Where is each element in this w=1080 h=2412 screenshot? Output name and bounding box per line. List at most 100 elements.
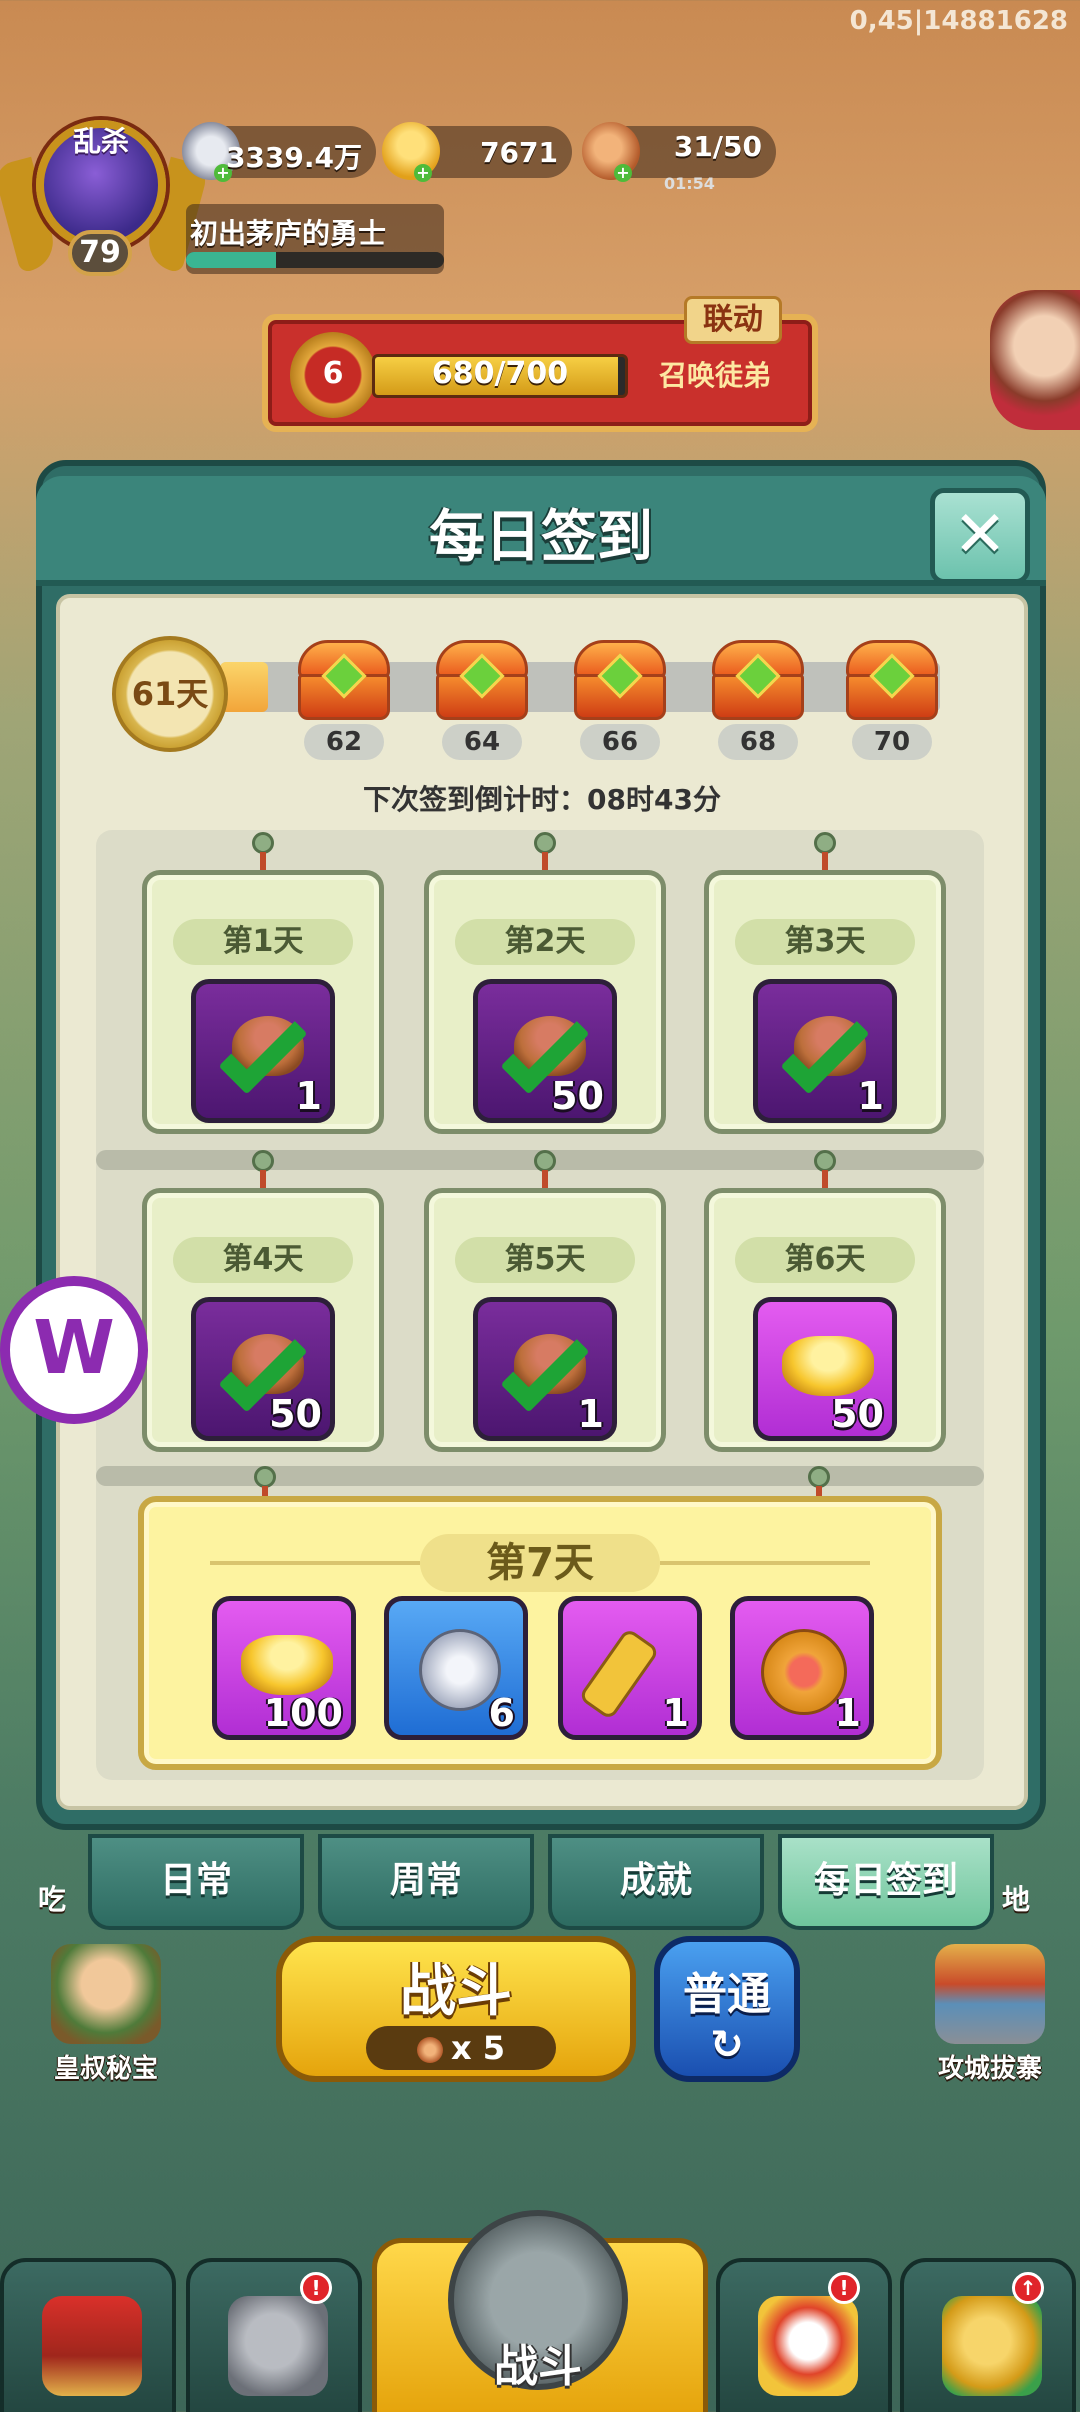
day-card-5[interactable]: 第5天 1 [424, 1188, 666, 1452]
reward-qty: 100 [263, 1691, 343, 1735]
collab-tag: 联动 [684, 296, 782, 344]
hero-bird-icon [758, 2296, 858, 2396]
nav-battle-label: 战斗 [494, 2341, 582, 2392]
side-label-fragment: 吃 [38, 1883, 67, 1916]
milestone-label: 62 [304, 724, 384, 760]
add-gold-icon[interactable]: + [414, 164, 432, 182]
pin-icon [252, 1150, 274, 1172]
nav-equipment[interactable] [186, 2258, 362, 2412]
helmet-icon [228, 2296, 328, 2396]
stamina-timer: 01:54 [664, 174, 715, 193]
tab-weekly[interactable]: 周常 [318, 1834, 534, 1930]
reward-item: 1 [473, 1297, 617, 1441]
reward-item: 6 [384, 1596, 528, 1740]
coordinate-readout: 0,45|14881628 [849, 6, 1068, 36]
event-level-badge: 6 [290, 332, 376, 418]
milestone-label: 64 [442, 724, 522, 760]
event-progress-text: 680/700 [431, 356, 569, 391]
reward-qty: 1 [857, 1074, 884, 1118]
side-character-portrait[interactable] [990, 290, 1080, 430]
player-level-badge: 79 [68, 230, 132, 276]
divider-line [660, 1561, 870, 1565]
upgrade-badge: ↑ [1012, 2272, 1044, 2304]
uncle-treasure-label: 皇叔秘宝 [53, 2054, 158, 2084]
day-label: 第4天 [173, 1237, 353, 1283]
reward-qty: 50 [831, 1392, 884, 1436]
battle-cost-value: x 5 [450, 2029, 506, 2067]
nav-upgrade[interactable] [900, 2258, 1076, 2412]
milestone-chest[interactable] [298, 640, 390, 724]
difficulty-mode-button[interactable]: 普通 ↻ [654, 1936, 800, 2082]
pin-icon [534, 1150, 556, 1172]
pin-icon [534, 832, 556, 854]
alert-badge: ! [828, 2272, 860, 2304]
milestone-chest[interactable] [436, 640, 528, 724]
stamina-amount: 31/50 [673, 130, 762, 163]
battle-label: 战斗 [400, 1959, 512, 2024]
close-button[interactable]: ✕ [930, 488, 1030, 584]
gold-resource[interactable]: + 7671 [382, 122, 572, 182]
day-label: 第7天 [420, 1534, 660, 1592]
day-label: 第6天 [735, 1237, 915, 1283]
tab-daily[interactable]: 日常 [88, 1834, 304, 1930]
reward-qty: 1 [577, 1392, 604, 1436]
day-card-2[interactable]: 第2天 50 [424, 870, 666, 1134]
milestone-label: 66 [580, 724, 660, 760]
divider-line [210, 1561, 420, 1565]
silver-resource[interactable]: + 3339.4万 [182, 122, 376, 182]
exp-bar-fill [186, 252, 277, 268]
side-label-fragment: 地 [1002, 1883, 1031, 1916]
gold-ingot-icon [241, 1635, 333, 1695]
siege-button[interactable]: 攻城拔寨 [920, 1944, 1060, 2085]
refresh-icon: ↻ [710, 2022, 744, 2068]
milestone-chest[interactable] [846, 640, 938, 724]
reward-qty: 50 [269, 1392, 322, 1436]
milestone-chest[interactable] [712, 640, 804, 724]
siege-label: 攻城拔寨 [937, 2054, 1042, 2084]
milestone-label: 70 [852, 724, 932, 760]
uncle-treasure-icon [51, 1944, 161, 2044]
day-card-6[interactable]: 第6天 50 [704, 1188, 946, 1452]
reward-qty: 1 [662, 1691, 689, 1735]
signin-countdown: 下次签到倒计时：08时43分 [363, 783, 721, 816]
add-stamina-icon[interactable]: + [614, 164, 632, 182]
reward-qty: 50 [551, 1074, 604, 1118]
summon-apprentice-button[interactable]: 召唤徒弟 [640, 354, 790, 398]
mode-label: 普通 [683, 1969, 771, 2020]
tab-achievements[interactable]: 成就 [548, 1834, 764, 1930]
uncle-treasure-button[interactable]: 皇叔秘宝 [36, 1944, 176, 2085]
tab-daily-signin[interactable]: 每日签到 [778, 1834, 994, 1930]
pin-icon [808, 1466, 830, 1488]
fist-upgrade-icon [942, 2296, 1042, 2396]
day-card-3[interactable]: 第3天 1 [704, 870, 946, 1134]
key-icon [577, 1627, 661, 1721]
gold-ingot-icon [782, 1336, 874, 1396]
battle-cost: x 5 [366, 2026, 556, 2070]
day-label: 第1天 [173, 919, 353, 965]
reward-item: 1 [753, 979, 897, 1123]
reward-item: 50 [753, 1297, 897, 1441]
milestone-chest[interactable] [574, 640, 666, 724]
nav-shop[interactable] [0, 2258, 176, 2412]
day-label: 第5天 [455, 1237, 635, 1283]
gold-amount: 7671 [480, 136, 558, 169]
pin-icon [814, 832, 836, 854]
reward-item: 50 [473, 979, 617, 1123]
reward-qty: 6 [488, 1691, 515, 1735]
player-name: 初出茅庐的勇士 [190, 217, 387, 250]
nav-heroes[interactable] [716, 2258, 892, 2412]
reward-item: 1 [191, 979, 335, 1123]
day-label: 第2天 [455, 919, 635, 965]
meat-icon [416, 2037, 443, 2063]
day-card-4[interactable]: 第4天 50 [142, 1188, 384, 1452]
reward-qty: 1 [834, 1691, 861, 1735]
reward-item: 100 [212, 1596, 356, 1740]
player-avatar[interactable]: 乱杀 79 [0, 100, 210, 290]
stamina-resource[interactable]: + 31/50 01:54 [582, 122, 776, 193]
floating-w-button[interactable]: W [0, 1276, 148, 1424]
reward-qty: 1 [295, 1074, 322, 1118]
pin-icon [254, 1466, 276, 1488]
day-card-1[interactable]: 第1天 1 [142, 870, 384, 1134]
modal-title: 每日签到 [429, 505, 653, 570]
reward-item: 1 [730, 1596, 874, 1740]
